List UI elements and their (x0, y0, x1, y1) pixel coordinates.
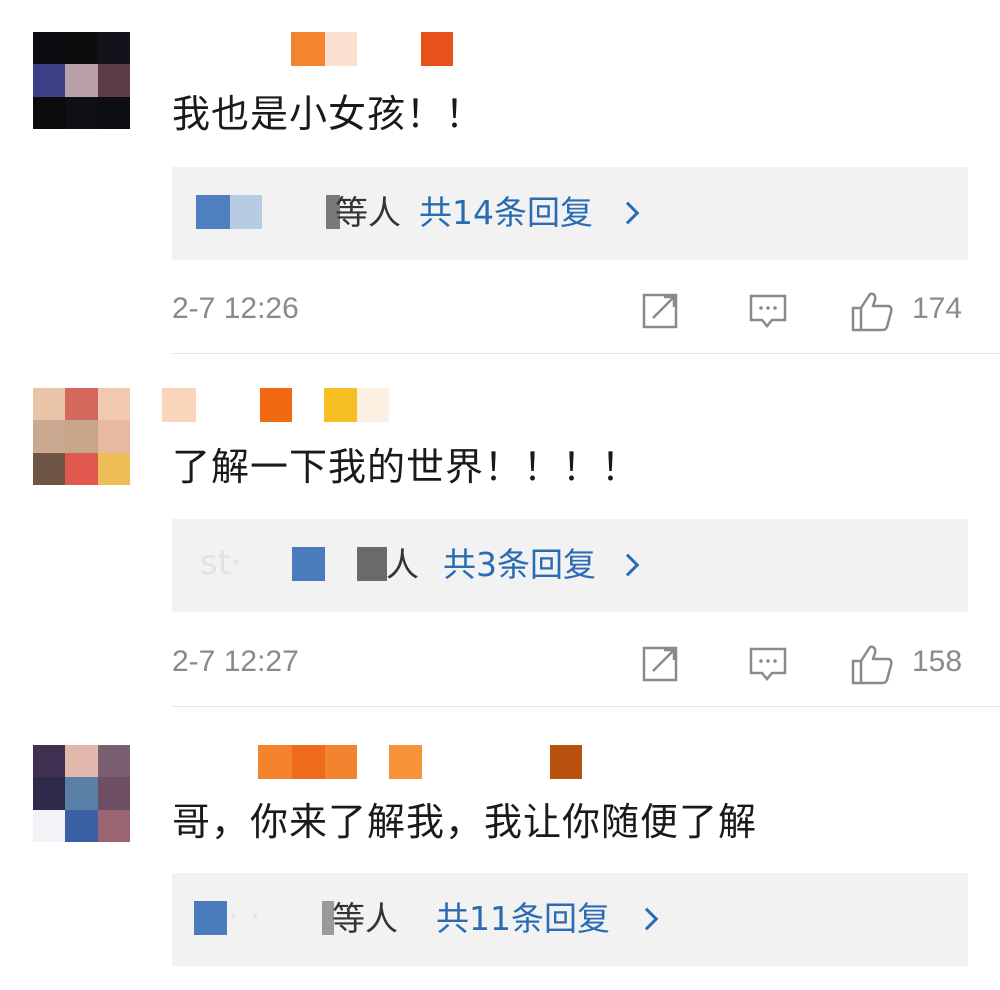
reply-count-link[interactable]: 共3条回复 (443, 541, 596, 589)
divider (172, 353, 1000, 354)
avatar[interactable] (33, 32, 130, 129)
reply-preview[interactable]: · · 等人 共14条回复 (172, 167, 968, 260)
comment-text: 了解一下我的世界！！！！ (172, 445, 641, 489)
chevron-right-icon[interactable] (616, 553, 640, 577)
reply-preview[interactable]: · · 等人 共11条回复 (172, 873, 968, 966)
like-count: 174 (912, 292, 963, 325)
comment-item: 了解一下我的世界！！！！ st· 人 共3条回复 2-7 12:27 158 (0, 355, 1000, 707)
timestamp: 2-7 12:27 (172, 645, 299, 678)
like-icon[interactable] (850, 290, 894, 334)
username-pixelated[interactable] (160, 388, 400, 422)
reply-count-link[interactable]: 共11条回复 (436, 895, 610, 943)
username-pixelated[interactable] (160, 745, 600, 779)
like-count: 158 (912, 645, 963, 678)
reply-suffix: 人 (386, 545, 419, 584)
share-icon[interactable] (641, 290, 681, 330)
comment-item: 哥，你来了解我，我让你随便了解 · · 等人 共11条回复 (0, 707, 1000, 990)
chevron-right-icon[interactable] (616, 201, 640, 225)
avatar[interactable] (33, 745, 130, 842)
chevron-right-icon[interactable] (635, 907, 659, 931)
comment-meta: 2-7 12:27 158 (0, 637, 1000, 687)
reply-preview[interactable]: st· 人 共3条回复 (172, 519, 968, 612)
share-icon[interactable] (641, 643, 681, 683)
avatar[interactable] (33, 388, 130, 485)
reply-count-link[interactable]: 共14条回复 (419, 189, 593, 237)
comment-text: 哥，你来了解我，我让你随便了解 (172, 800, 758, 844)
comment-icon[interactable] (748, 643, 788, 683)
comment-meta: 2-7 12:26 174 (0, 284, 1000, 334)
username-pixelated[interactable] (160, 32, 460, 66)
blurred-name: st· (200, 543, 242, 583)
reply-suffix: 等人 (335, 193, 401, 232)
comment-icon[interactable] (748, 290, 788, 330)
like-icon[interactable] (850, 643, 894, 687)
timestamp: 2-7 12:26 (172, 292, 299, 325)
reply-suffix: 等人 (332, 899, 398, 938)
comment-item: 我也是小女孩！！ · · 等人 共14条回复 2-7 12:26 174 (0, 0, 1000, 355)
comment-text: 我也是小女孩！！ (172, 92, 485, 136)
blurred-name: · · (228, 897, 261, 937)
